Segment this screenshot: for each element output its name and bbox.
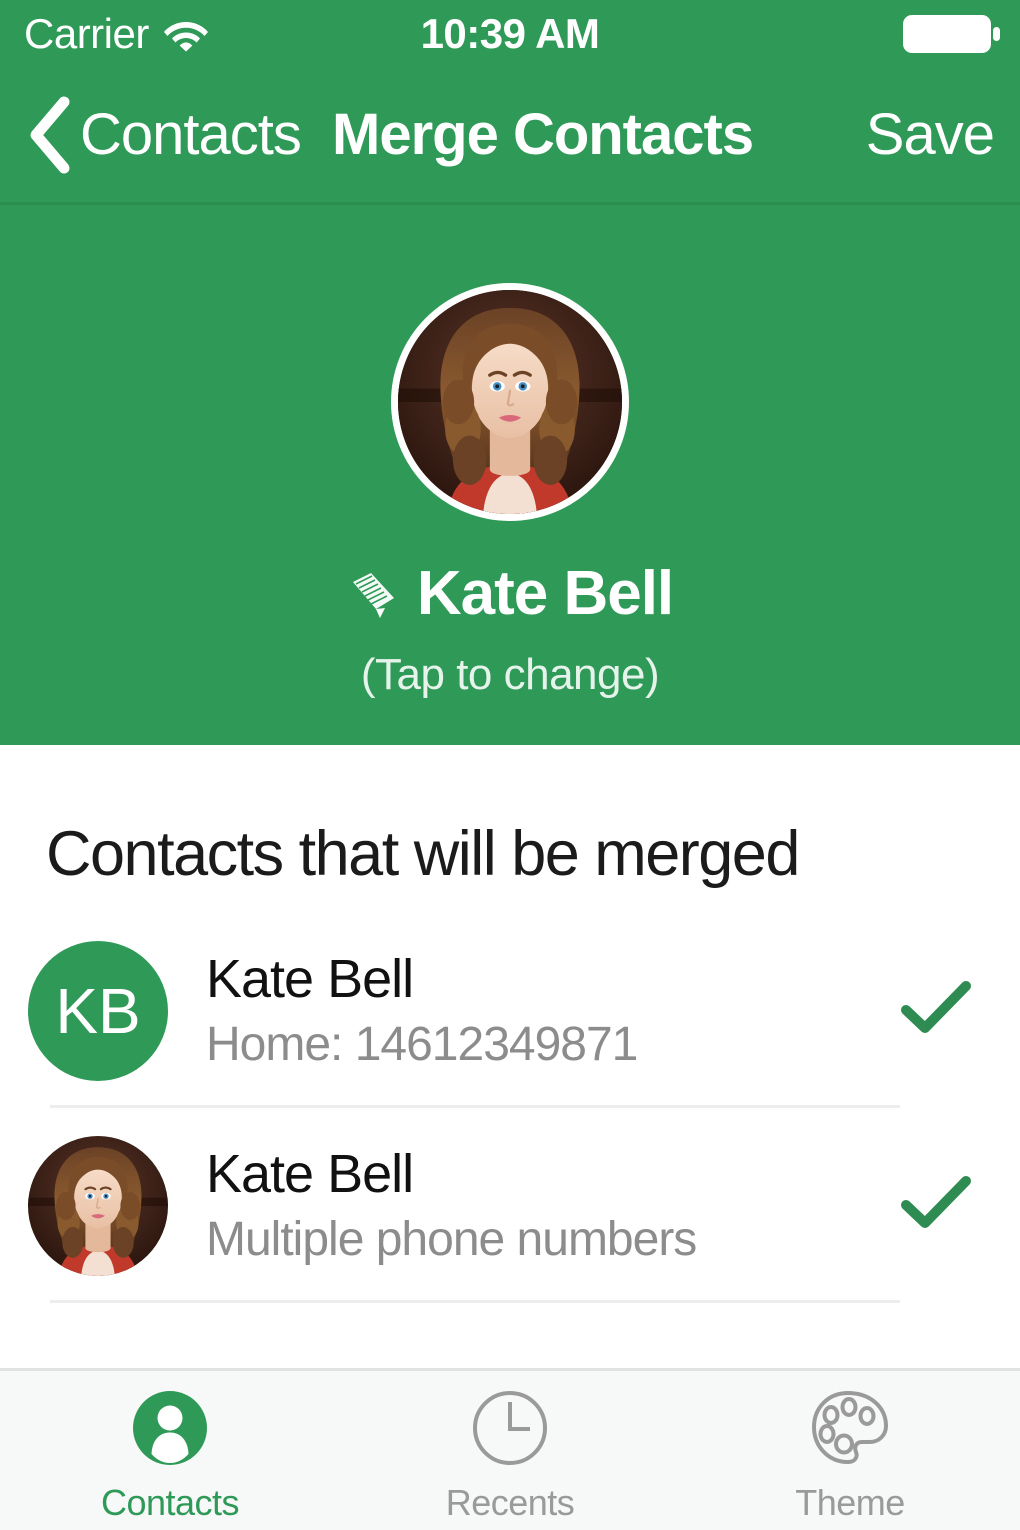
palette-icon — [808, 1386, 892, 1475]
contact-initials-avatar: KB — [28, 940, 168, 1081]
contact-name-edit[interactable]: Kate Bell — [347, 559, 674, 628]
chevron-left-icon — [26, 96, 72, 174]
contact-text-block: Kate Bell Home: 14612349871 — [206, 951, 900, 1070]
section-title: Contacts that will be merged — [46, 819, 800, 889]
table-row[interactable]: Kate Bell Multiple phone numbers — [0, 1108, 1020, 1303]
status-bar-right — [902, 11, 1002, 57]
tab-recents-label: Recents — [445, 1482, 575, 1523]
back-button-label: Contacts — [80, 102, 302, 167]
tab-theme[interactable]: Theme — [680, 1371, 1020, 1530]
row-separator — [50, 1300, 900, 1303]
merge-contacts-list: KB Kate Bell Home: 14612349871 Kate Bell… — [0, 913, 1020, 1303]
contact-name: Kate Bell — [416, 559, 674, 628]
contact-row-detail: Home: 14612349871 — [206, 1017, 638, 1071]
tab-contacts[interactable]: Contacts — [0, 1371, 340, 1530]
contact-row-name: Kate Bell — [206, 948, 414, 1009]
contact-text-block: Kate Bell Multiple phone numbers — [206, 1146, 900, 1265]
table-row[interactable]: KB Kate Bell Home: 14612349871 — [0, 913, 1020, 1108]
tab-bar: Contacts Recents Theme — [0, 1368, 1020, 1530]
tab-theme-label: Theme — [795, 1482, 905, 1523]
contact-row-name: Kate Bell — [206, 1143, 414, 1204]
tab-recents[interactable]: Recents — [340, 1371, 680, 1530]
battery-full-icon — [902, 11, 1002, 57]
merge-target-header: Kate Bell (Tap to change) — [0, 205, 1020, 745]
merge-list-section: Contacts that will be merged KB Kate Bel… — [0, 745, 1020, 1368]
back-button[interactable]: Contacts — [26, 96, 302, 174]
app-root: Carrier 10:39 AM Contacts Merge Contacts… — [0, 0, 1020, 1530]
contact-photo-avatar[interactable] — [391, 283, 629, 521]
checkmark-icon[interactable] — [900, 978, 972, 1043]
tap-to-change-hint: (Tap to change) — [360, 650, 660, 699]
status-bar: Carrier 10:39 AM — [0, 0, 1020, 68]
save-button[interactable]: Save — [866, 106, 995, 164]
checkmark-icon[interactable] — [900, 1173, 972, 1238]
page-title: Merge Contacts — [332, 102, 754, 167]
navigation-bar: Contacts Merge Contacts Save — [0, 68, 1020, 205]
clock-icon — [468, 1386, 552, 1475]
contact-photo-avatar-small — [28, 1135, 168, 1276]
pencil-icon — [347, 568, 399, 620]
status-bar-time: 10:39 AM — [420, 10, 600, 57]
tab-contacts-label: Contacts — [100, 1482, 240, 1523]
contact-row-detail: Multiple phone numbers — [206, 1212, 697, 1266]
avatar-initials: KB — [55, 974, 141, 1047]
person-circle-icon — [128, 1386, 212, 1475]
